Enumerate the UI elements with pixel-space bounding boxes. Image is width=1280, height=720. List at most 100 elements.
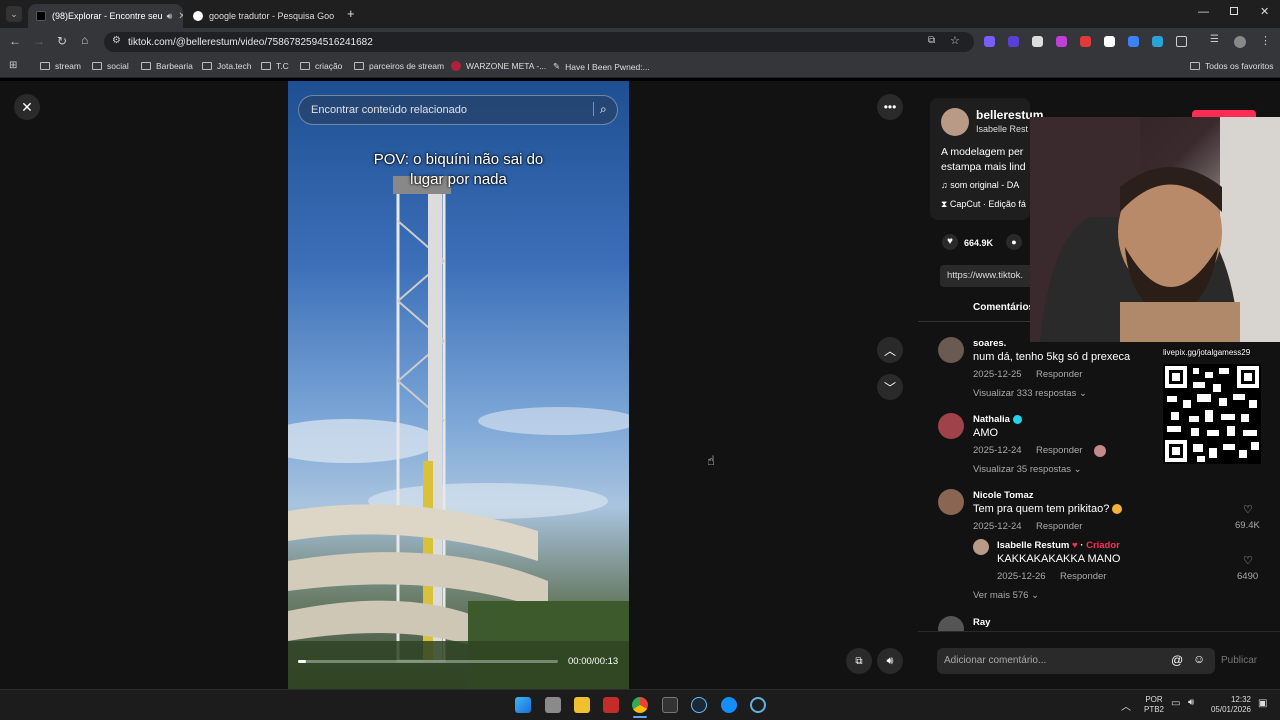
more-options-button[interactable]: •••	[877, 94, 903, 120]
tab-google[interactable]: google tradutor - Pesquisa Goo ✕	[185, 4, 340, 28]
clock[interactable]: 12:32 05/01/2026	[1205, 695, 1251, 715]
site-info-icon[interactable]: ⚙	[112, 35, 121, 46]
extension-icon[interactable]	[1056, 36, 1067, 47]
bookmark-tc[interactable]: T.C	[261, 61, 289, 71]
commenter-avatar[interactable]	[938, 337, 964, 363]
bookmark-hibp[interactable]: ✎ Have I Been Pwned:...	[553, 61, 650, 72]
bookmark-stream[interactable]: stream	[40, 61, 81, 71]
extension-icon[interactable]	[1032, 36, 1043, 47]
chrome-active-indicator	[633, 716, 647, 718]
extension-icon[interactable]	[984, 36, 995, 47]
emoji-picker-icon[interactable]: ☺	[1193, 652, 1205, 666]
next-video-button[interactable]: ﹀	[877, 374, 903, 400]
address-bar[interactable]: ⚙ tiktok.com/@bellerestum/video/75867825…	[104, 32, 974, 52]
comment-like-icon[interactable]: ♡	[1243, 554, 1253, 567]
app-red-icon[interactable]	[603, 697, 619, 713]
forward-icon[interactable]: →	[33, 34, 45, 48]
comment-icon[interactable]: ●	[1006, 234, 1022, 250]
steam-icon[interactable]	[691, 697, 707, 713]
task-view-icon[interactable]	[545, 697, 561, 713]
bookmark-warzone[interactable]: WARZONE META -...	[451, 61, 546, 71]
reply-button[interactable]: Responder	[1036, 369, 1082, 380]
publish-button[interactable]: Publicar	[1221, 655, 1257, 666]
reading-list-icon[interactable]: ☰	[1210, 34, 1219, 45]
sound-row[interactable]: ♫ som original - DA	[941, 180, 1019, 190]
close-tab-icon[interactable]: ✕	[334, 11, 340, 22]
volume-button[interactable]: 🔊︎	[877, 648, 903, 674]
google-favicon-icon	[193, 11, 203, 21]
epic-games-icon[interactable]	[662, 697, 678, 713]
battlenet-icon[interactable]	[721, 697, 737, 713]
copy-link-box[interactable]: https://www.tiktok.	[940, 265, 1040, 287]
bookmark-criacao[interactable]: criação	[300, 61, 342, 71]
search-icon[interactable]: ⌕	[593, 102, 607, 116]
comment-author[interactable]: Nicole Tomaz	[973, 490, 1034, 501]
close-tab-icon[interactable]: ✕	[172, 11, 183, 22]
tab-search-icon[interactable]: ⌄	[6, 6, 22, 22]
video-player[interactable]: Encontrar conteúdo relacionado ⌕ POV: o …	[288, 81, 629, 689]
minimize-icon[interactable]: —	[1198, 6, 1209, 18]
bookmark-social[interactable]: social	[92, 61, 129, 71]
reply-button[interactable]: Responder	[1060, 571, 1106, 582]
folder-icon	[261, 62, 271, 70]
extension-icon[interactable]	[1080, 36, 1091, 47]
notifications-icon[interactable]: ▣	[1258, 698, 1267, 709]
extension-icon[interactable]	[1008, 36, 1019, 47]
extension-icon[interactable]	[1104, 36, 1115, 47]
comment-author[interactable]: Ray	[973, 617, 990, 628]
close-video-button[interactable]: ✕	[14, 94, 40, 120]
extension-icon[interactable]	[1128, 36, 1139, 47]
like-icon[interactable]: ♥	[942, 234, 958, 250]
volume-icon[interactable]: 🔊︎	[1188, 697, 1194, 708]
network-icon[interactable]: ▭	[1171, 698, 1180, 709]
extension-icon[interactable]	[1152, 36, 1163, 47]
folder-icon	[92, 62, 102, 70]
bookmark-barbearia[interactable]: Barbearia	[141, 61, 193, 71]
like-count: 664.9K	[964, 238, 994, 248]
progress-track[interactable]	[298, 660, 558, 663]
extensions-puzzle-icon[interactable]	[1176, 36, 1187, 47]
view-replies-button[interactable]: Visualizar 333 respostas ⌄	[973, 388, 1087, 399]
restore-icon[interactable]	[1230, 7, 1238, 15]
view-replies-button[interactable]: Visualizar 35 respostas ⌄	[973, 464, 1082, 475]
view-more-replies-button[interactable]: Ver mais 576 ⌄	[973, 590, 1039, 601]
pip-button[interactable]: ⧉	[846, 648, 872, 674]
install-app-icon[interactable]: ⧉	[928, 35, 935, 46]
mention-icon[interactable]: @	[1171, 653, 1183, 667]
home-icon[interactable]: ⌂	[81, 33, 88, 47]
language-indicator[interactable]: POR PTB2	[1144, 695, 1164, 715]
comment-input[interactable]: Adicionar comentário... @ ☺	[937, 648, 1215, 674]
bookmark-parceiros[interactable]: parceiros de stream	[354, 61, 444, 71]
file-explorer-icon[interactable]	[574, 697, 590, 713]
tab-tiktok[interactable]: (98)Explorar - Encontre seu 🔊︎ ✕	[28, 4, 183, 28]
bookmark-all[interactable]: Todos os favoritos	[1190, 61, 1274, 71]
bookmark-star-icon[interactable]: ☆	[950, 34, 960, 47]
tab-comments[interactable]: Comentários	[973, 302, 1034, 313]
commenter-avatar[interactable]	[938, 413, 964, 439]
reply-author[interactable]: Isabelle Restum ♥ · Criador	[997, 540, 1120, 551]
comment-author[interactable]: soares.	[973, 338, 1006, 349]
comment-like-icon[interactable]: ♡	[1243, 503, 1253, 516]
related-search-input[interactable]: Encontrar conteúdo relacionado ⌕	[298, 95, 618, 125]
app-chat-icon[interactable]	[750, 697, 766, 713]
previous-video-button[interactable]: ︿	[877, 337, 903, 363]
apps-icon[interactable]: ⊞	[9, 60, 17, 71]
author-avatar[interactable]	[941, 108, 969, 136]
tray-overflow-icon[interactable]: ︿	[1121, 698, 1131, 713]
commenter-avatar[interactable]	[938, 489, 964, 515]
capcut-row[interactable]: ⧗ CapCut · Edição fá	[941, 199, 1026, 210]
menu-icon[interactable]: ⋮	[1260, 34, 1271, 47]
back-icon[interactable]: ←	[9, 34, 21, 48]
folder-icon	[202, 62, 212, 70]
reload-icon[interactable]: ↻	[57, 34, 67, 48]
reply-button[interactable]: Responder	[1036, 445, 1082, 456]
creator-reply-avatar[interactable]	[973, 539, 989, 555]
chrome-icon[interactable]	[632, 697, 648, 713]
new-tab-icon[interactable]: +	[347, 6, 355, 21]
close-window-icon[interactable]: ✕	[1260, 5, 1269, 18]
reply-button[interactable]: Responder	[1036, 521, 1082, 532]
windows-start-icon[interactable]	[515, 697, 531, 713]
profile-icon[interactable]	[1234, 36, 1246, 48]
bookmark-jotatech[interactable]: Jota.tech	[202, 61, 252, 71]
comment-author[interactable]: Nathalia	[973, 414, 1022, 425]
